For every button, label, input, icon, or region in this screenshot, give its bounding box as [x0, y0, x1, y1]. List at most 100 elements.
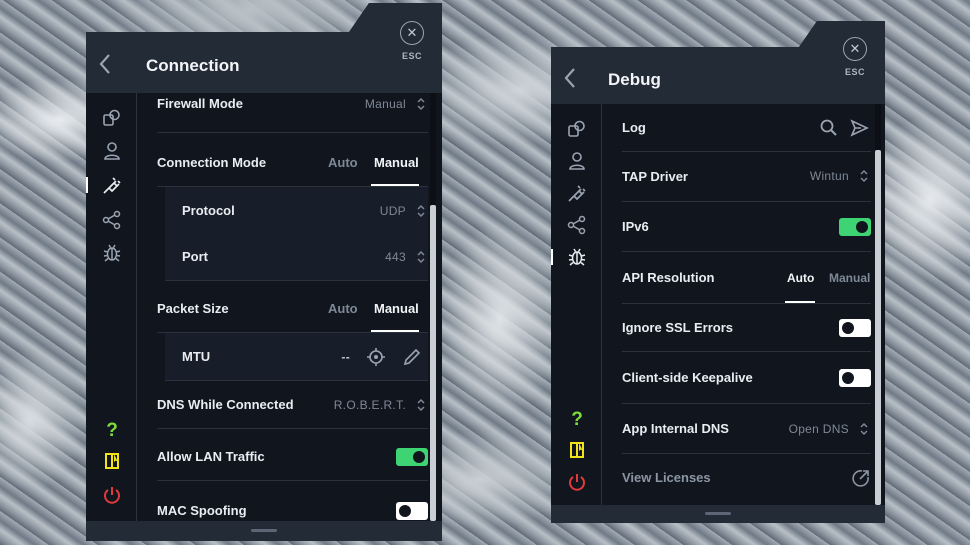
- toggle-knob: [399, 505, 411, 517]
- sidebar-item-connection[interactable]: [567, 183, 587, 203]
- back-button[interactable]: [98, 53, 112, 79]
- debug-panel: Debug ✕ ESC ? Log TAP Driver Wintun IPv6…: [551, 21, 885, 523]
- external-link-icon: [852, 470, 869, 487]
- debug-header: Debug ✕ ESC: [551, 21, 885, 104]
- dns-while-connected-value: R.O.B.E.R.T.: [333, 398, 406, 412]
- sidebar-item-account[interactable]: [567, 151, 587, 171]
- close-icon: ✕: [843, 37, 867, 61]
- port-row[interactable]: Port 443: [165, 233, 428, 281]
- log-row: Log: [622, 104, 871, 152]
- app-internal-dns-row[interactable]: App Internal DNS Open DNS: [622, 404, 871, 454]
- back-button[interactable]: [563, 67, 577, 93]
- packet-size-row: Packet Size Auto Manual: [157, 285, 428, 333]
- bug-icon: [568, 248, 586, 266]
- api-resolution-manual-option[interactable]: Manual: [829, 252, 870, 304]
- protocol-value: UDP: [379, 204, 406, 218]
- sidebar-item-general[interactable]: [567, 119, 587, 139]
- mtu-detect-button[interactable]: [366, 347, 386, 367]
- port-value: 443: [385, 250, 406, 264]
- app-internal-dns-label: App Internal DNS: [622, 421, 729, 436]
- dns-while-connected-label: DNS While Connected: [157, 397, 294, 412]
- sidebar-item-power[interactable]: [102, 485, 122, 505]
- log-search-button[interactable]: [819, 118, 839, 138]
- user-icon: [569, 152, 585, 170]
- protocol-label: Protocol: [182, 203, 235, 218]
- firewall-mode-row[interactable]: Firewall Mode Manual: [157, 93, 428, 133]
- tap-driver-label: TAP Driver: [622, 169, 688, 184]
- chevron-updown-icon: [860, 169, 868, 183]
- sidebar-item-account[interactable]: [102, 141, 122, 161]
- close-icon: ✕: [400, 21, 424, 45]
- connection-header: Connection ✕ ESC: [86, 3, 442, 93]
- sidebar-item-power[interactable]: [567, 472, 587, 492]
- tap-driver-row[interactable]: TAP Driver Wintun: [622, 152, 871, 202]
- page-title: Connection: [146, 56, 240, 75]
- chevron-updown-icon: [417, 97, 425, 111]
- view-licenses-label: View Licenses: [622, 470, 711, 485]
- mtu-label: MTU: [182, 349, 211, 364]
- esc-close-button[interactable]: ✕ ESC: [392, 21, 432, 61]
- client-side-keepalive-label: Client-side Keepalive: [622, 370, 753, 385]
- sidebar-item-debug[interactable]: [567, 247, 587, 267]
- scrollbar[interactable]: [430, 93, 436, 521]
- connection-mode-segmented: Auto Manual: [328, 139, 428, 187]
- connection-mode-manual-option[interactable]: Manual: [374, 139, 419, 187]
- selected-underline: [785, 301, 815, 303]
- scrollbar[interactable]: [875, 104, 881, 505]
- ipv6-toggle[interactable]: [839, 218, 871, 236]
- plug-icon: [103, 177, 121, 194]
- mtu-edit-button[interactable]: [402, 347, 422, 367]
- mtu-value: --: [341, 350, 350, 364]
- sidebar-item-help[interactable]: ?: [102, 419, 122, 441]
- connection-settings-list: Firewall Mode Manual Connection Mode Aut…: [138, 93, 434, 521]
- sidebar: ?: [551, 104, 602, 505]
- ignore-ssl-errors-toggle[interactable]: [839, 319, 871, 337]
- view-licenses-row[interactable]: View Licenses: [622, 454, 871, 502]
- sidebar-item-docs[interactable]: [567, 440, 587, 460]
- sidebar-item-general[interactable]: [102, 108, 122, 128]
- chevron-left-icon: [564, 68, 575, 88]
- sidebar-item-share[interactable]: [102, 210, 122, 230]
- crosshair-icon: [367, 348, 385, 366]
- share-icon: [102, 210, 121, 230]
- connection-mode-auto-option[interactable]: Auto: [328, 139, 358, 187]
- chevron-updown-icon: [860, 422, 868, 436]
- ipv6-row: IPv6: [622, 202, 871, 252]
- sidebar-item-docs[interactable]: [102, 451, 122, 471]
- connection-mode-row: Connection Mode Auto Manual: [157, 139, 428, 187]
- allow-lan-traffic-toggle[interactable]: [396, 448, 428, 466]
- firewall-mode-value: Manual: [364, 97, 406, 111]
- panel-footer: [551, 505, 885, 523]
- client-side-keepalive-toggle[interactable]: [839, 369, 871, 387]
- scrollbar-thumb[interactable]: [430, 205, 436, 521]
- packet-size-manual-option[interactable]: Manual: [374, 285, 419, 333]
- sidebar-item-help[interactable]: ?: [567, 408, 587, 430]
- resize-grip[interactable]: [705, 512, 731, 515]
- sidebar-item-debug[interactable]: [102, 243, 122, 263]
- connection-panel: Connection ✕ ESC ? Firewall Mode Manual …: [86, 3, 442, 541]
- api-resolution-row: API Resolution Auto Manual: [622, 252, 871, 304]
- packet-size-segmented: Auto Manual: [328, 285, 428, 333]
- selected-underline: [371, 330, 419, 332]
- sidebar-item-connection[interactable]: [102, 175, 122, 195]
- panel-footer: [86, 521, 442, 541]
- chevron-left-icon: [99, 54, 110, 74]
- dns-while-connected-row[interactable]: DNS While Connected R.O.B.E.R.T.: [157, 381, 428, 429]
- api-resolution-label: API Resolution: [622, 270, 715, 285]
- page-title: Debug: [608, 70, 661, 89]
- help-icon: ?: [106, 420, 118, 441]
- sidebar-item-share[interactable]: [567, 215, 587, 235]
- scrollbar-thumb[interactable]: [875, 150, 881, 505]
- firewall-mode-label: Firewall Mode: [157, 96, 243, 111]
- log-send-button[interactable]: [849, 118, 869, 138]
- open-external-button[interactable]: [851, 468, 871, 488]
- mac-spoofing-toggle[interactable]: [396, 502, 428, 520]
- power-icon: [104, 487, 120, 504]
- resize-grip[interactable]: [251, 529, 277, 532]
- esc-close-button[interactable]: ✕ ESC: [835, 37, 875, 77]
- help-icon: ?: [571, 409, 583, 430]
- packet-size-auto-option[interactable]: Auto: [328, 285, 358, 333]
- protocol-row[interactable]: Protocol UDP: [165, 187, 428, 235]
- esc-label: ESC: [844, 67, 865, 77]
- api-resolution-auto-option[interactable]: Auto: [787, 252, 814, 304]
